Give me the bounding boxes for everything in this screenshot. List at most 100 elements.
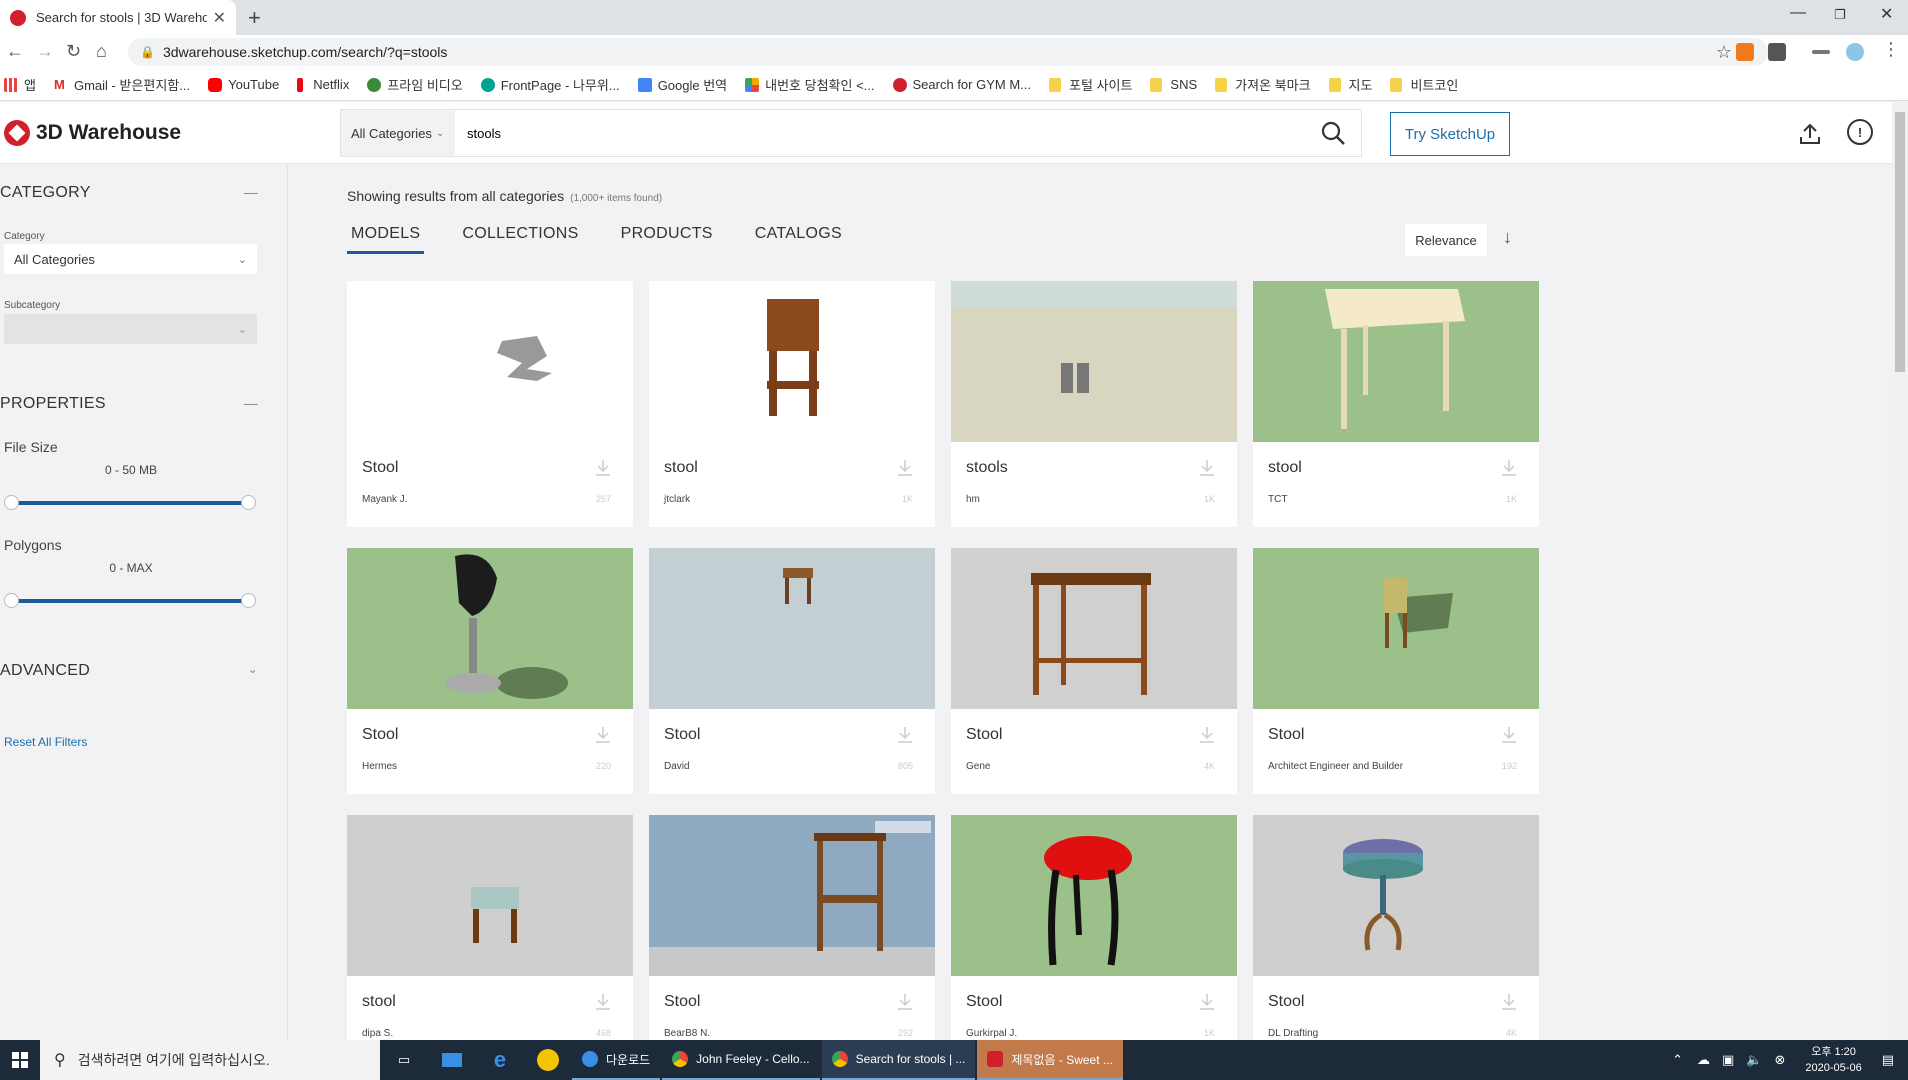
windows-start-button[interactable] (0, 1040, 40, 1080)
download-icon[interactable] (1501, 726, 1517, 749)
bookmark-folder[interactable]: 비트코인 (1390, 75, 1458, 94)
try-sketchup-button[interactable]: Try SketchUp (1390, 112, 1510, 156)
model-title[interactable]: stools (966, 459, 1008, 477)
model-card[interactable]: Stool Gene 4K (951, 548, 1237, 794)
back-icon[interactable]: ← (6, 41, 24, 62)
browser-tab-active[interactable]: Search for stools | 3D Warehouse ✕ (0, 0, 236, 35)
model-author[interactable]: Gurkirpal J. (966, 1028, 1017, 1039)
media-player-icon[interactable] (524, 1040, 572, 1080)
model-thumbnail[interactable] (649, 281, 935, 442)
bookmark-folder[interactable]: 포털 사이트 (1049, 75, 1132, 94)
bookmark-item[interactable]: 내번호 당첨확인 <... (745, 75, 875, 94)
sort-direction-icon[interactable]: ↓ (1503, 227, 1512, 248)
model-author[interactable]: David (664, 761, 690, 772)
download-icon[interactable] (897, 993, 913, 1016)
bookmark-item[interactable]: M Gmail - 받은편지함... (53, 75, 190, 94)
download-icon[interactable] (1199, 726, 1215, 749)
model-card[interactable]: stool TCT 1K (1253, 281, 1539, 527)
model-author[interactable]: TCT (1268, 494, 1287, 505)
model-title[interactable]: Stool (362, 459, 398, 477)
page-scrollbar[interactable] (1892, 102, 1908, 1040)
model-author[interactable]: hm (966, 494, 980, 505)
search-input[interactable] (455, 110, 1305, 156)
mail-icon[interactable] (428, 1040, 476, 1080)
download-icon[interactable] (1501, 993, 1517, 1016)
model-title[interactable]: Stool (966, 726, 1002, 744)
slider-handle-min[interactable] (4, 495, 19, 510)
bookmark-folder[interactable]: 가져온 북마크 (1215, 75, 1311, 94)
extension-icon[interactable] (1736, 43, 1754, 61)
taskbar-app-chrome[interactable]: Search for stools | ... (821, 1040, 976, 1080)
model-card[interactable]: Stool DL Drafting 4K (1253, 815, 1539, 1061)
tab-products[interactable]: PRODUCTS (617, 225, 717, 254)
new-tab-button[interactable]: + (248, 5, 261, 31)
category-dropdown[interactable]: All Categories ⌄ (341, 110, 455, 156)
model-card[interactable]: Stool Gurkirpal J. 1K (951, 815, 1237, 1061)
input-method-icon[interactable]: ⊗ (1775, 1052, 1786, 1068)
model-thumbnail[interactable] (1253, 281, 1539, 442)
model-card[interactable]: Stool Mayank J. 257 (347, 281, 633, 527)
model-card[interactable]: Stool BearB8 N. 292 (649, 815, 935, 1061)
model-thumbnail[interactable] (347, 548, 633, 709)
model-author[interactable]: BearB8 N. (664, 1028, 710, 1039)
menu-kebab-icon[interactable]: ⋮ (1882, 39, 1900, 60)
model-thumbnail[interactable] (951, 548, 1237, 709)
polygons-slider[interactable] (4, 593, 256, 608)
bookmark-item[interactable]: Netflix (297, 77, 349, 92)
home-icon[interactable]: ⌂ (96, 41, 107, 62)
collapse-icon[interactable]: — (244, 395, 258, 413)
taskbar-app-sweethome[interactable]: 제목없음 - Sweet ... (977, 1040, 1123, 1080)
category-select[interactable]: All Categories ⌄ (4, 244, 257, 274)
model-card[interactable]: stool jtclark 1K (649, 281, 935, 527)
extension-icon[interactable] (1768, 43, 1786, 61)
maximize-button[interactable]: ❐ (1834, 7, 1846, 23)
upload-icon[interactable] (1798, 122, 1822, 146)
slider-handle-max[interactable] (241, 593, 256, 608)
bookmark-item[interactable]: 앱 (4, 75, 36, 94)
chevron-up-icon[interactable]: ⌃ (1672, 1052, 1683, 1068)
download-icon[interactable] (595, 726, 611, 749)
edge-icon[interactable]: e (476, 1040, 524, 1080)
model-thumbnail[interactable] (649, 548, 935, 709)
model-thumbnail[interactable] (347, 815, 633, 976)
model-author[interactable]: dipa S. (362, 1028, 393, 1039)
tab-models[interactable]: MODELS (347, 225, 425, 254)
task-view-icon[interactable]: ▭ (380, 1040, 428, 1080)
extension-icon[interactable] (1846, 43, 1864, 61)
tab-close-icon[interactable]: ✕ (213, 8, 226, 28)
model-title[interactable]: Stool (664, 726, 700, 744)
properties-section-header[interactable]: PROPERTIES — (0, 395, 258, 413)
minimize-button[interactable]: — (1790, 4, 1806, 22)
bookmark-item[interactable]: Google 번역 (637, 75, 727, 94)
model-title[interactable]: Stool (664, 993, 700, 1011)
system-clock[interactable]: 오후 1:20 2020-05-06 (1805, 1044, 1861, 1076)
download-icon[interactable] (595, 993, 611, 1016)
model-card[interactable]: Stool Hermes 220 (347, 548, 633, 794)
model-title[interactable]: stool (362, 993, 396, 1011)
taskbar-app-downloads[interactable]: 다운로드 (572, 1040, 661, 1080)
collapse-icon[interactable]: — (244, 184, 258, 202)
bookmark-star-icon[interactable]: ☆ (1716, 42, 1732, 63)
download-icon[interactable] (1199, 993, 1215, 1016)
bookmark-item[interactable]: 프라임 비디오 (367, 75, 463, 94)
model-title[interactable]: Stool (966, 993, 1002, 1011)
subcategory-select[interactable]: ⌄ (4, 314, 257, 344)
chevron-down-icon[interactable]: ⌄ (248, 662, 258, 680)
forward-icon[interactable]: → (36, 41, 54, 62)
advanced-section-header[interactable]: ADVANCED ⌄ (0, 662, 258, 680)
model-card[interactable]: Stool David 805 (649, 548, 935, 794)
model-title[interactable]: Stool (362, 726, 398, 744)
address-bar[interactable]: 🔒 3dwarehouse.sketchup.com/search/?q=sto… (128, 38, 1768, 66)
model-title[interactable]: Stool (1268, 726, 1304, 744)
model-author[interactable]: DL Drafting (1268, 1028, 1318, 1039)
download-icon[interactable] (1501, 459, 1517, 482)
onedrive-icon[interactable]: ☁ (1697, 1052, 1710, 1068)
search-button[interactable] (1305, 110, 1361, 156)
media-queue-icon[interactable] (1812, 50, 1830, 54)
bookmark-item[interactable]: YouTube (208, 77, 279, 92)
download-icon[interactable] (1199, 459, 1215, 482)
file-size-slider[interactable] (4, 495, 256, 510)
model-thumbnail[interactable] (1253, 548, 1539, 709)
tab-collections[interactable]: COLLECTIONS (458, 225, 582, 254)
model-thumbnail[interactable] (951, 815, 1237, 976)
